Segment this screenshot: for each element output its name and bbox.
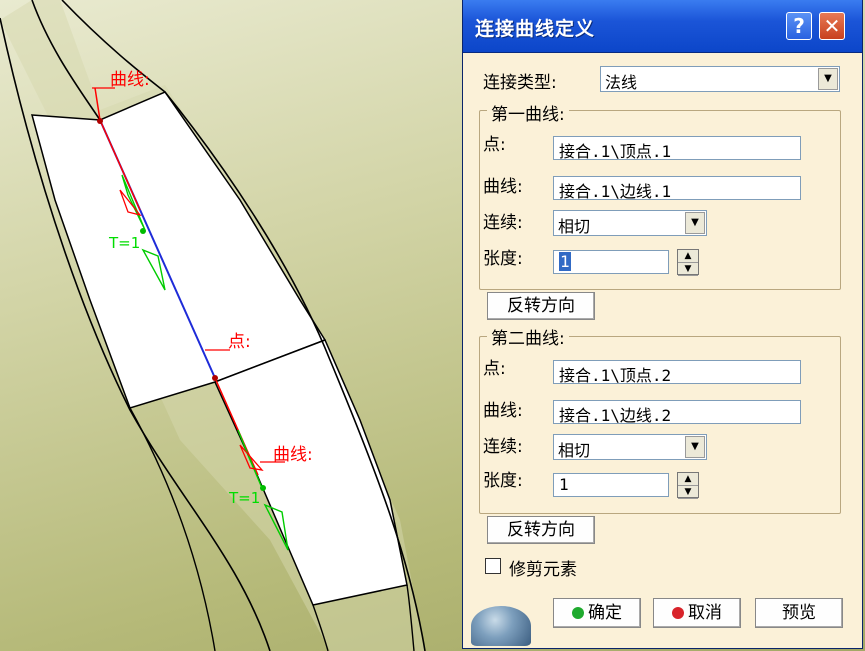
second-curve-field[interactable]: 接合.1\边线.2 — [553, 400, 801, 425]
catia-logo — [471, 606, 531, 646]
second-curve-legend: 第二曲线: — [487, 324, 569, 349]
dialog-title: 连接曲线定义 — [475, 18, 596, 40]
spin-up-icon[interactable]: ▲ — [678, 250, 698, 263]
first-continuity-select[interactable]: 相切 ▼ — [553, 210, 707, 236]
spin-down-icon[interactable]: ▼ — [678, 486, 698, 499]
ok-label: 确定 — [588, 603, 622, 623]
second-tension-field[interactable]: 1 — [553, 473, 669, 497]
spin-up-icon[interactable]: ▲ — [678, 473, 698, 486]
cancel-icon — [672, 607, 684, 619]
second-continuity-value: 相切 — [558, 441, 591, 460]
connection-type-select[interactable]: 法线 ▼ — [600, 66, 840, 92]
first-continuity-value: 相切 — [558, 217, 591, 236]
curve-label-1: 曲线: — [110, 70, 150, 90]
curve-label-2: 曲线: — [273, 445, 313, 465]
point-label: 点: — [228, 332, 251, 352]
ok-button[interactable]: 确定 — [553, 598, 641, 628]
chevron-down-icon[interactable]: ▼ — [685, 436, 705, 458]
cancel-label: 取消 — [688, 603, 722, 623]
first-tension-field[interactable]: 1 — [553, 250, 669, 274]
trim-elements-checkbox[interactable] — [485, 558, 501, 574]
cancel-button[interactable]: 取消 — [653, 598, 741, 628]
second-tension-label: 张度: — [483, 471, 523, 491]
help-button[interactable]: ? — [786, 12, 812, 40]
ok-icon — [572, 607, 584, 619]
dialog-titlebar[interactable]: 连接曲线定义 ? ✕ — [463, 0, 862, 53]
first-tension-value: 1 — [559, 252, 571, 271]
connection-type-label: 连接类型: — [483, 73, 557, 93]
first-point-label: 点: — [483, 135, 506, 155]
second-continuity-select[interactable]: 相切 ▼ — [553, 434, 707, 460]
first-continuity-label: 连续: — [483, 213, 523, 233]
first-reverse-direction-button[interactable]: 反转方向 — [487, 292, 595, 320]
spin-down-icon[interactable]: ▼ — [678, 263, 698, 276]
second-reverse-direction-button[interactable]: 反转方向 — [487, 516, 595, 544]
tension-label-1: T=1 — [109, 234, 141, 252]
second-tension-spinner[interactable]: ▲ ▼ — [677, 472, 699, 499]
second-point-label: 点: — [483, 359, 506, 379]
second-curve-label: 曲线: — [483, 401, 523, 421]
first-point-field[interactable]: 接合.1\顶点.1 — [553, 136, 801, 161]
chevron-down-icon[interactable]: ▼ — [818, 68, 838, 90]
model-geometry — [0, 0, 426, 651]
chevron-down-icon[interactable]: ▼ — [685, 212, 705, 234]
trim-elements-label: 修剪元素 — [509, 560, 577, 580]
vertex-point-2 — [212, 375, 218, 381]
first-curve-label: 曲线: — [483, 177, 523, 197]
first-tension-spinner[interactable]: ▲ ▼ — [677, 249, 699, 276]
close-button[interactable]: ✕ — [819, 12, 845, 40]
connect-curve-dialog: 连接曲线定义 ? ✕ 连接类型: 法线 ▼ 第一曲线: 点: 接合.1\顶点.1… — [462, 0, 863, 649]
tension-label-2: T=1 — [229, 489, 261, 507]
vertex-point-1 — [97, 118, 103, 124]
preview-button[interactable]: 预览 — [755, 598, 843, 628]
second-continuity-label: 连续: — [483, 437, 523, 457]
first-tension-label: 张度: — [483, 249, 523, 269]
first-curve-legend: 第一曲线: — [487, 100, 569, 125]
second-point-field[interactable]: 接合.1\顶点.2 — [553, 360, 801, 385]
first-curve-field[interactable]: 接合.1\边线.1 — [553, 176, 801, 201]
connection-type-value: 法线 — [605, 73, 638, 92]
